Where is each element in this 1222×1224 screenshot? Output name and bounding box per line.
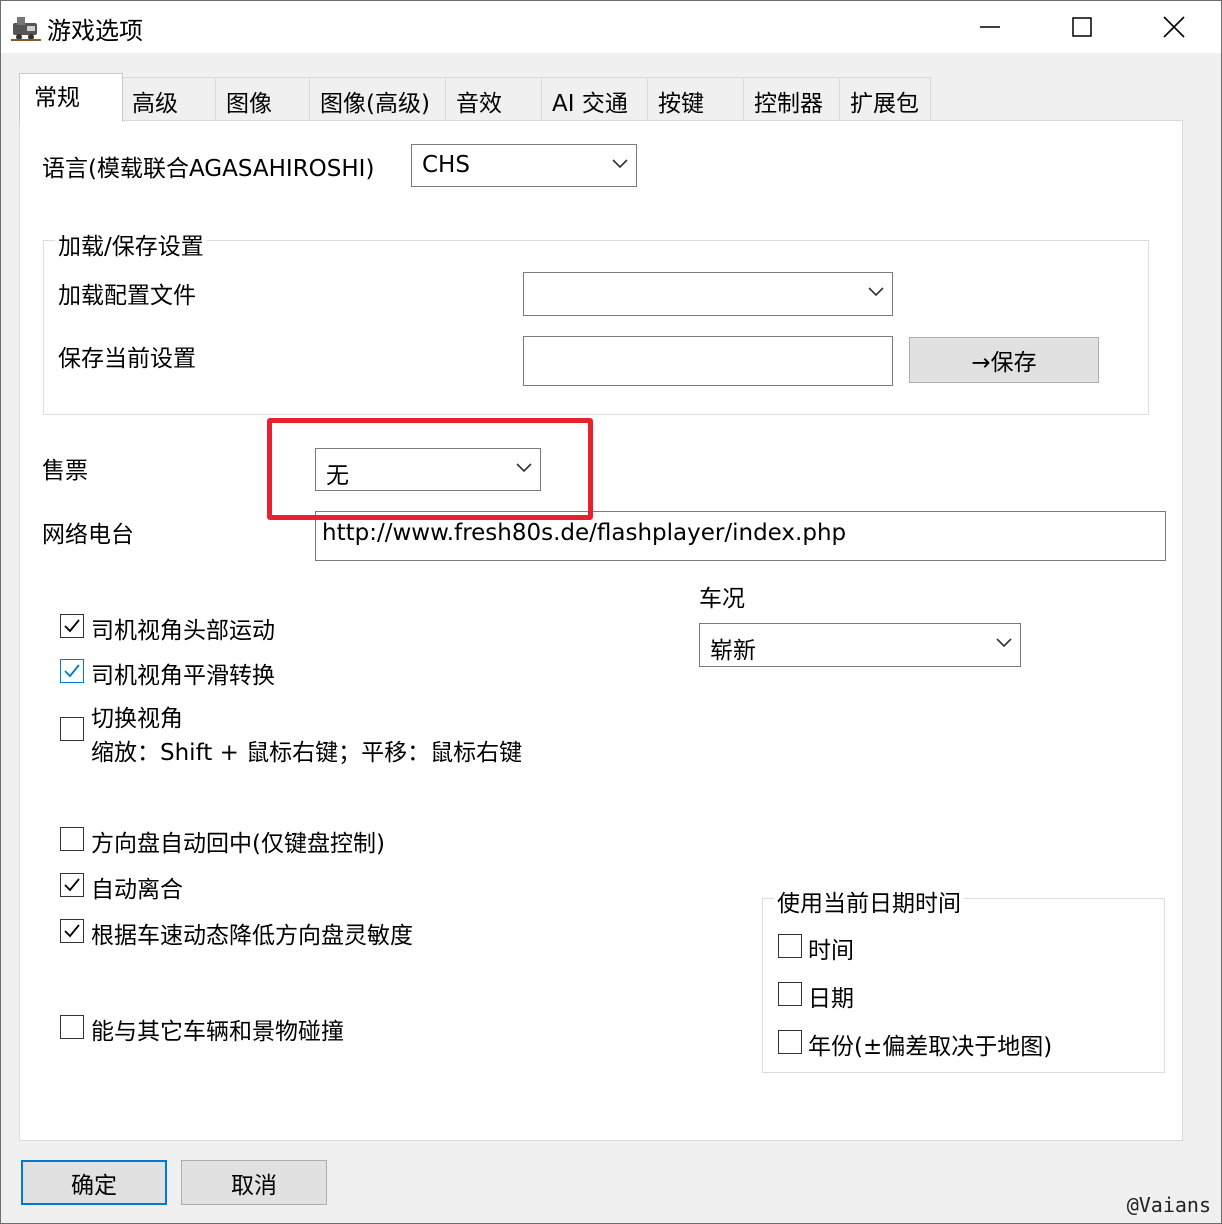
condition-dropdown[interactable]: 崭新 <box>699 623 1021 667</box>
radio-label: 网络电台 <box>42 522 134 548</box>
auto-clutch-checkbox[interactable] <box>60 873 84 897</box>
use-time-label: 时间 <box>808 938 854 964</box>
language-dropdown[interactable]: CHS <box>411 144 637 187</box>
minimize-button[interactable] <box>943 1 1037 53</box>
load-profile-label: 加载配置文件 <box>58 283 196 309</box>
minimize-icon <box>980 26 1000 28</box>
use-year-label: 年份(±偏差取决于地图) <box>808 1034 1053 1060</box>
title-bar: 游戏选项 <box>1 1 1221 53</box>
maximize-icon <box>1072 17 1092 37</box>
ticket-label: 售票 <box>42 458 88 484</box>
auto-center-checkbox[interactable] <box>60 827 84 851</box>
use-year-checkbox[interactable] <box>778 1030 802 1054</box>
save-name-input[interactable] <box>523 336 893 386</box>
load-save-group <box>43 240 1149 415</box>
chevron-down-icon <box>996 638 1012 648</box>
ok-button[interactable]: 确定 <box>21 1160 167 1205</box>
head-movement-label: 司机视角头部运动 <box>91 618 275 644</box>
general-tab-panel: 语言(模载联合AGASAHIROSHI) CHS 加载/保存设置 加载配置文件 … <box>19 120 1183 1141</box>
head-movement-checkbox[interactable] <box>60 614 84 638</box>
tab-advanced[interactable]: 高级 <box>121 77 217 121</box>
tab-keys[interactable]: 按键 <box>647 77 745 121</box>
chevron-down-icon <box>612 158 628 168</box>
checkmark-icon <box>64 878 80 892</box>
checkmark-icon <box>64 664 80 678</box>
steering-sensitivity-label: 根据车速动态降低方向盘灵敏度 <box>91 923 413 949</box>
language-label: 语言(模载联合AGASAHIROSHI) <box>42 156 375 182</box>
tab-graphics[interactable]: 图像 <box>215 77 311 121</box>
tab-controllers[interactable]: 控制器 <box>743 77 841 121</box>
window-title: 游戏选项 <box>47 17 143 45</box>
use-date-label: 日期 <box>808 986 854 1012</box>
switch-view-checkbox[interactable] <box>60 717 84 741</box>
checkmark-icon <box>64 924 80 938</box>
collision-label: 能与其它车辆和景物碰撞 <box>91 1019 344 1045</box>
steering-sensitivity-checkbox[interactable] <box>60 919 84 943</box>
annotation-highlight-box <box>267 418 593 520</box>
save-button[interactable]: →保存 <box>909 337 1099 383</box>
auto-clutch-label: 自动离合 <box>91 877 183 903</box>
chevron-down-icon <box>868 287 884 297</box>
options-dialog: 游戏选项 常规 高级 图像 图像(高级) 音效 AI 交通 按键 控制器 扩展包… <box>0 0 1222 1224</box>
tab-graphics-advanced[interactable]: 图像(高级) <box>309 77 447 121</box>
datetime-group-title: 使用当前日期时间 <box>774 884 964 918</box>
use-date-checkbox[interactable] <box>778 982 802 1006</box>
smooth-transition-label: 司机视角平滑转换 <box>91 663 275 689</box>
maximize-button[interactable] <box>1035 1 1129 53</box>
condition-value: 崭新 <box>710 638 756 664</box>
tab-sound[interactable]: 音效 <box>445 77 543 121</box>
switch-view-hint: 缩放：Shift + 鼠标右键；平移：鼠标右键 <box>91 740 523 766</box>
collision-checkbox[interactable] <box>60 1015 84 1039</box>
language-value: CHS <box>422 152 470 178</box>
use-time-checkbox[interactable] <box>778 934 802 958</box>
load-profile-dropdown[interactable] <box>523 272 893 316</box>
smooth-transition-checkbox[interactable] <box>60 659 84 683</box>
save-current-label: 保存当前设置 <box>58 346 196 372</box>
checkmark-icon <box>64 619 80 633</box>
auto-center-label: 方向盘自动回中(仅键盘控制) <box>91 831 385 857</box>
switch-view-label: 切换视角 <box>91 706 183 732</box>
load-save-group-title: 加载/保存设置 <box>55 227 207 261</box>
tab-general[interactable]: 常规 <box>19 73 123 122</box>
close-button[interactable] <box>1127 1 1221 53</box>
tab-expansions[interactable]: 扩展包 <box>839 77 931 121</box>
tab-ai-traffic[interactable]: AI 交通 <box>541 77 649 121</box>
watermark: @Vaians <box>1126 1193 1211 1217</box>
close-icon <box>1163 16 1185 38</box>
train-app-icon <box>11 17 41 41</box>
cancel-button[interactable]: 取消 <box>181 1160 327 1205</box>
condition-label: 车况 <box>699 586 745 612</box>
